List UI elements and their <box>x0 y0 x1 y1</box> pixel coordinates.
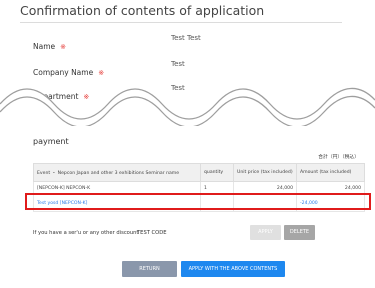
column-header-amount: Amount (tax included) <box>296 163 365 182</box>
discount-label: If you have a ser'u or any other discoun… <box>33 230 139 236</box>
return-button[interactable]: RETURN <box>122 261 177 277</box>
title-divider <box>20 22 342 23</box>
field-label: Company Name <box>33 68 94 77</box>
apply-with-above-contents-button[interactable]: APPLY WITH THE ABOVE CONTENTS <box>181 261 285 277</box>
required-icon: ※ <box>98 69 105 77</box>
wavy-cut-separator <box>0 87 375 126</box>
apply-discount-button[interactable]: APPLY <box>250 225 281 240</box>
field-company-label: Company Name ※ <box>33 60 104 79</box>
required-icon: ※ <box>60 43 67 51</box>
field-company-value: Test <box>171 60 185 68</box>
column-header-event: Event ・ Nepcon Japan and other 3 exhibit… <box>33 163 201 182</box>
page-title: Confirmation of contents of application <box>20 3 265 18</box>
tax-note: 合計（円）（税込） <box>318 155 359 160</box>
field-name-label: Name ※ <box>33 34 66 53</box>
field-name-value: Test Test <box>171 34 201 42</box>
delete-discount-button[interactable]: DELETE <box>284 225 315 240</box>
column-header-unit-price: Unit price (tax included) <box>233 163 297 182</box>
discount-code-value: TEST CODE <box>137 230 167 236</box>
table-header-row: Event ・ Nepcon Japan and other 3 exhibit… <box>33 163 365 182</box>
highlight-box <box>25 193 371 210</box>
column-header-quantity: quantity <box>200 163 234 182</box>
payment-heading: payment <box>33 137 69 146</box>
field-label: Name <box>33 42 56 51</box>
